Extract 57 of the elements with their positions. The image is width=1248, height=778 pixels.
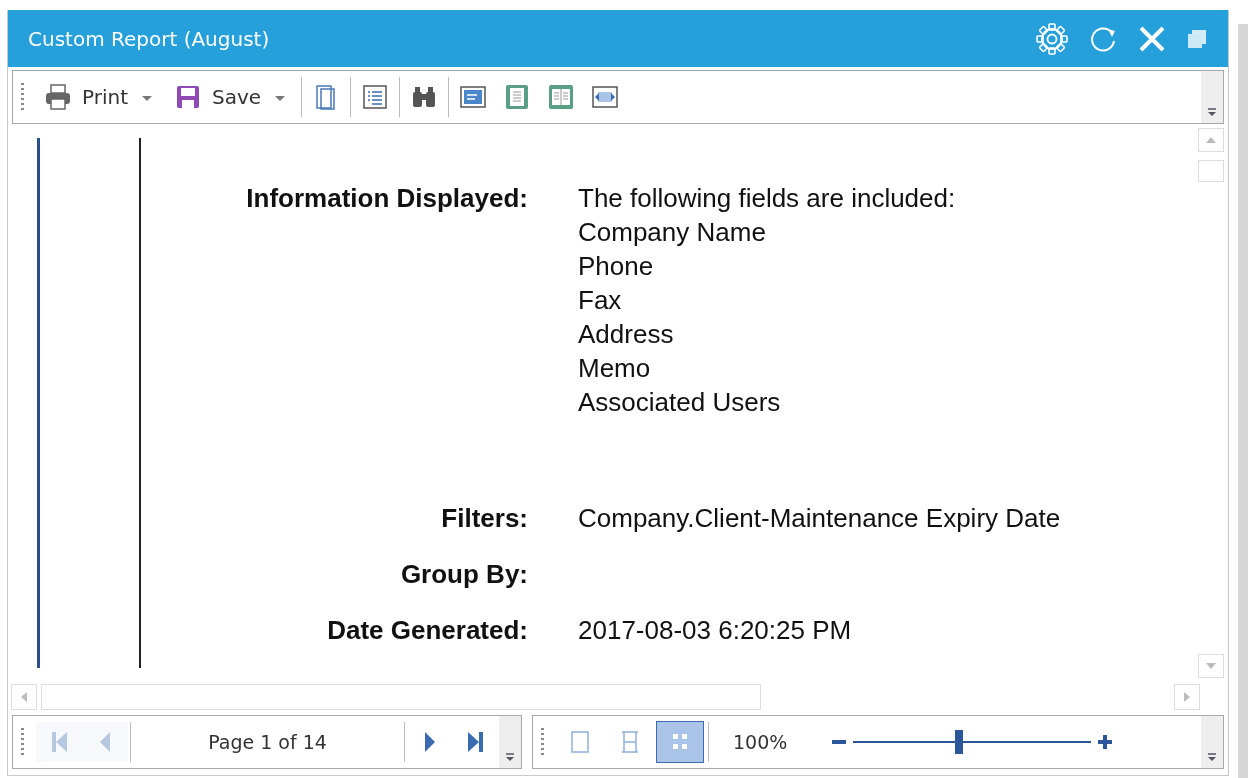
- zoom-in-icon[interactable]: [1097, 734, 1114, 750]
- arrow-right-icon: [1184, 692, 1190, 702]
- field-value: Address: [578, 318, 675, 351]
- field-value: Phone: [578, 250, 655, 283]
- toolbar-overflow-button[interactable]: [1201, 71, 1223, 123]
- toolbar-grip[interactable]: [541, 728, 544, 756]
- field-value: 2017-08-03 6:20:25 PM: [578, 614, 853, 647]
- field-value: Fax: [578, 284, 623, 317]
- two-page-icon: [547, 83, 576, 111]
- scrollbar-thumb[interactable]: [1198, 160, 1224, 182]
- arrow-up-icon: [1206, 137, 1216, 143]
- scroll-right-button[interactable]: [1174, 684, 1200, 710]
- arrow-down-icon: [1206, 663, 1216, 669]
- scroll-left-button[interactable]: [11, 684, 37, 710]
- window-title: Custom Report (August): [28, 26, 271, 51]
- page-scrollbar[interactable]: [1238, 24, 1248, 778]
- restore-icon[interactable]: [1186, 27, 1208, 50]
- field-value: The following fields are included:: [578, 182, 957, 215]
- page-layout-icon: [459, 83, 488, 111]
- overflow-icon: [505, 752, 515, 762]
- previous-page-button[interactable]: [82, 722, 128, 762]
- field-value: Associated Users: [578, 386, 782, 419]
- first-page-icon: [49, 730, 69, 754]
- toolbar-grip[interactable]: [21, 83, 24, 111]
- toolbar-overflow-button[interactable]: [1201, 716, 1223, 768]
- scroll-up-button[interactable]: [1198, 128, 1224, 152]
- field-label: Information Displayed:: [245, 182, 528, 215]
- overflow-icon: [1207, 752, 1217, 762]
- arrow-left-icon: [21, 692, 27, 702]
- scroll-down-button[interactable]: [1198, 654, 1224, 678]
- zoom-percentage: 100%: [733, 731, 788, 753]
- field-value: Memo: [578, 352, 652, 385]
- page-indicator: Page 1 of 14: [207, 731, 328, 753]
- toolbar-grip[interactable]: [21, 728, 24, 756]
- print-button[interactable]: Print: [36, 77, 132, 117]
- last-page-icon: [466, 730, 486, 754]
- overflow-icon: [1207, 107, 1217, 117]
- fit-width-icon: [591, 83, 620, 111]
- page-width-icon: [619, 730, 641, 754]
- list-icon: [361, 83, 390, 111]
- field-value: Company.Client-Maintenance Expiry Date: [578, 502, 1062, 535]
- field-label: Date Generated:: [326, 614, 528, 647]
- scrollbar-thumb[interactable]: [41, 684, 761, 710]
- save-button[interactable]: Save: [166, 77, 266, 117]
- slider-thumb[interactable]: [955, 730, 964, 754]
- single-page-icon: [569, 730, 591, 754]
- field-value: Company Name: [578, 216, 767, 249]
- first-page-button[interactable]: [36, 722, 82, 762]
- field-label: Filters:: [440, 502, 528, 535]
- printer-icon: [44, 83, 72, 111]
- caret-icon: [142, 95, 152, 102]
- settings-icon[interactable]: [1036, 22, 1068, 55]
- close-icon[interactable]: [1138, 24, 1166, 53]
- field-label: Group By:: [399, 558, 528, 591]
- toolbar-overflow-button[interactable]: [499, 716, 521, 768]
- caret-icon: [275, 95, 286, 102]
- view-mode-button[interactable]: [656, 721, 704, 763]
